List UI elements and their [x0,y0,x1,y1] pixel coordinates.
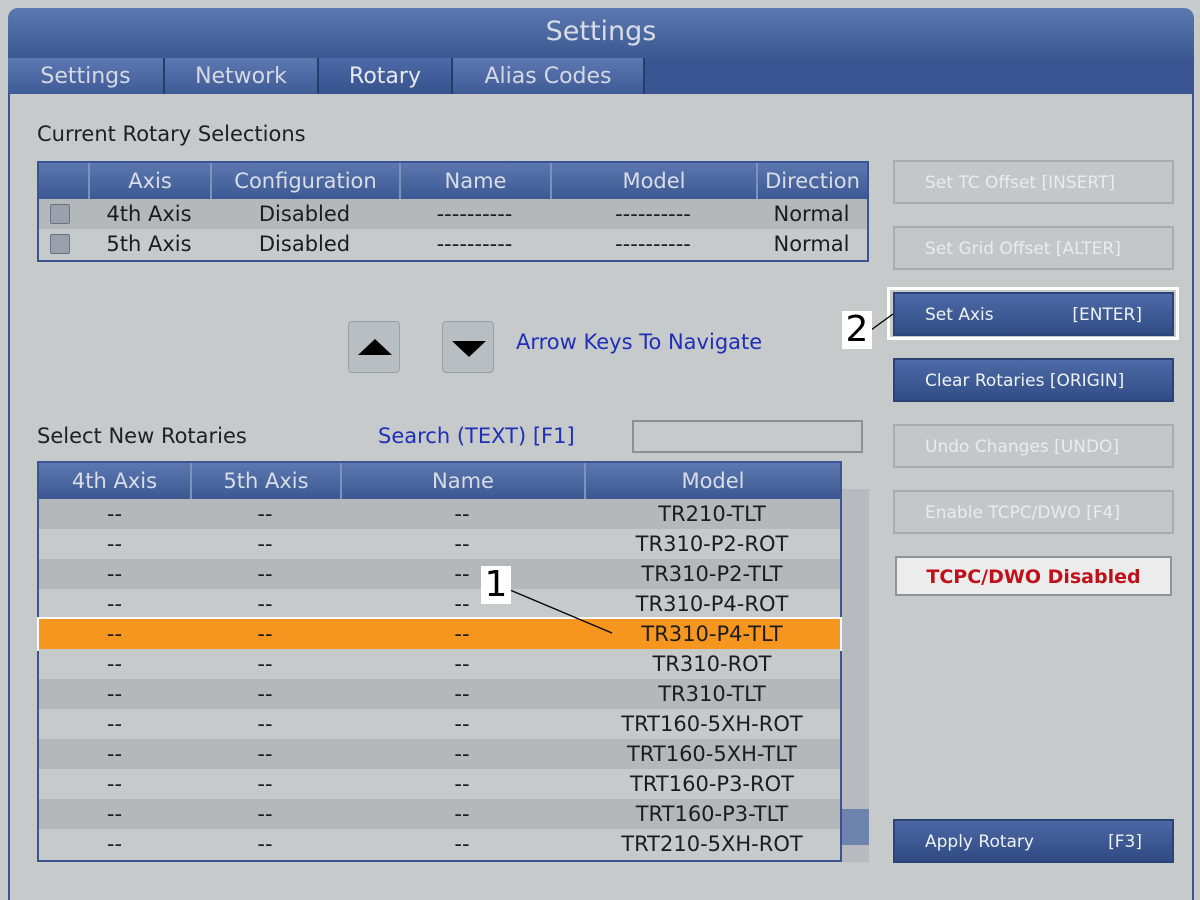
callout-1-line [509,589,613,634]
callout-lines [509,313,894,634]
callout-2: 2 [842,311,872,349]
callout-2-line [870,313,894,331]
callout-1: 1 [481,566,511,604]
settings-window: Settings Settings Network Rotary Alias C… [0,0,1200,900]
